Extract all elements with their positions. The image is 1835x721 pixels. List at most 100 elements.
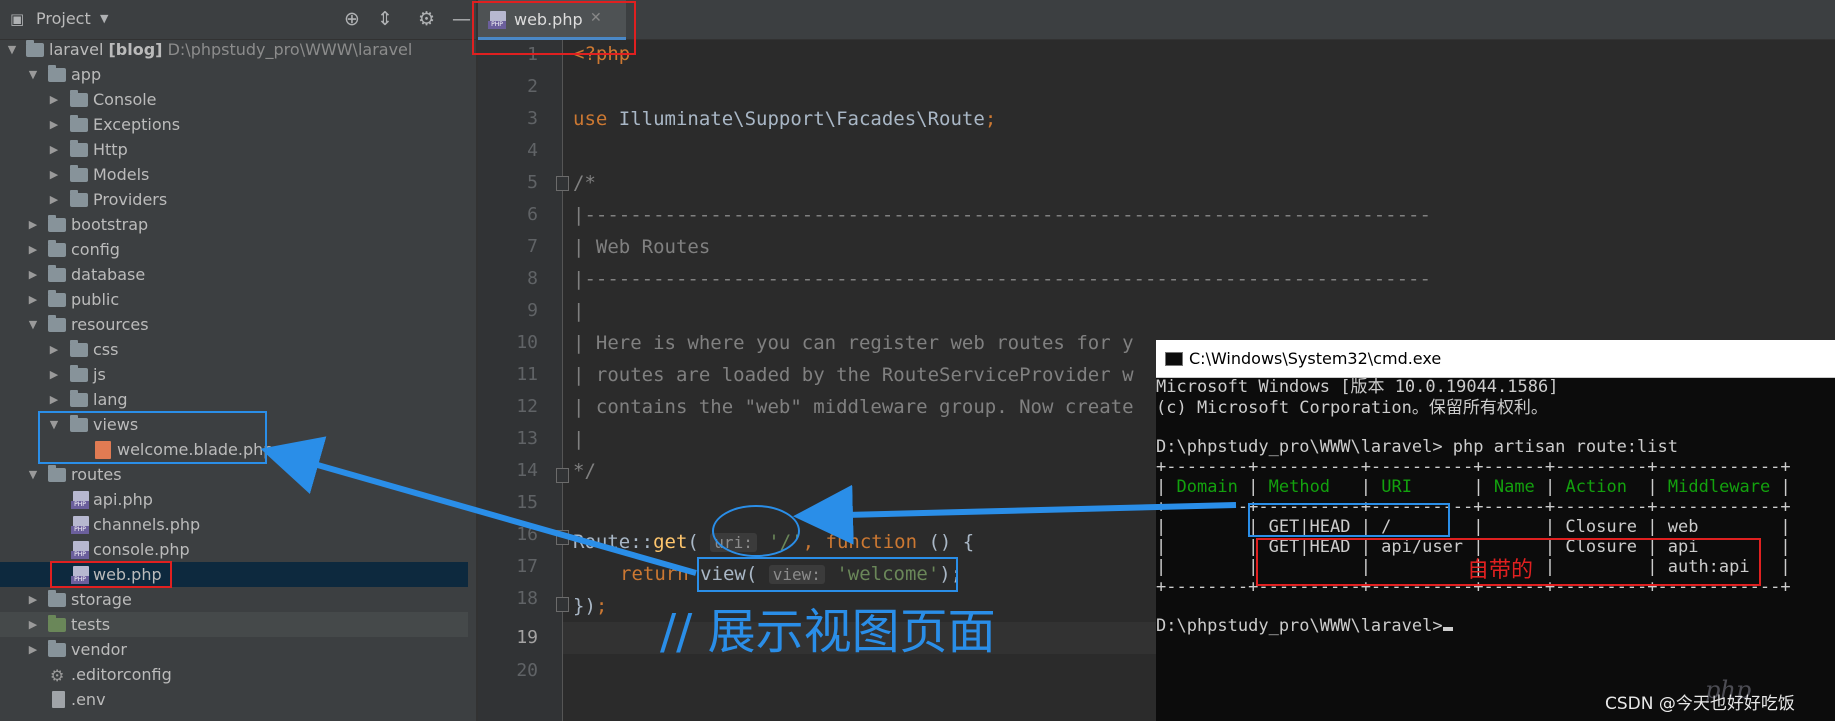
highlight-box-root-route: [1248, 503, 1450, 537]
project-view-dropdown[interactable]: Project: [36, 9, 91, 28]
code-line-18[interactable]: });: [573, 590, 607, 622]
code-line-7[interactable]: | Web Routes: [573, 231, 710, 263]
code-line-16[interactable]: Route::get( uri: '/', function () {: [573, 526, 974, 558]
tree-item-public[interactable]: ▶ public: [0, 287, 476, 312]
code-line-12[interactable]: | contains the "web" middleware group. N…: [573, 391, 1134, 423]
code-line-9[interactable]: |: [573, 295, 584, 327]
tree-item-tests[interactable]: ▶ tests: [0, 612, 476, 637]
cmd-title-bar[interactable]: C:\Windows\System32\cmd.exe: [1156, 340, 1835, 378]
tree-item-js[interactable]: ▶ js: [0, 362, 476, 387]
tree-item-label: console.php: [93, 540, 190, 559]
tree-item-http[interactable]: ▶ Http: [0, 137, 476, 162]
fold-marker-icon[interactable]: [556, 530, 569, 545]
code-line-8[interactable]: |---------------------------------------…: [573, 263, 1431, 295]
expand-arrow-icon[interactable]: ▼: [5, 37, 19, 62]
chevron-down-icon[interactable]: ▼: [100, 12, 108, 25]
collapse-arrow-icon[interactable]: ▶: [26, 612, 40, 637]
tree-item-exceptions[interactable]: ▶ Exceptions: [0, 112, 476, 137]
collapse-arrow-icon[interactable]: ▶: [26, 287, 40, 312]
tree-item-editorconfig[interactable]: ⚙ .editorconfig: [0, 662, 476, 687]
semicolon: ;: [595, 595, 608, 617]
project-panel: ▣ Project ▼ ⊕ ⇕ ⚙ — ▼ laravel [blog] D:\…: [0, 0, 476, 721]
hide-panel-icon[interactable]: —: [452, 8, 471, 30]
collapse-arrow-icon[interactable]: ▶: [47, 337, 61, 362]
folder-icon: [48, 465, 66, 482]
collapse-arrow-icon[interactable]: ▶: [47, 387, 61, 412]
tree-item-providers[interactable]: ▶ Providers: [0, 187, 476, 212]
tree-item-app[interactable]: ▼ app: [0, 62, 476, 87]
collapse-arrow-icon[interactable]: ▶: [47, 137, 61, 162]
highlight-box-view-call: [697, 557, 958, 592]
tree-item-env[interactable]: .env: [0, 687, 476, 712]
tree-item-routes[interactable]: ▼ routes: [0, 462, 476, 487]
watermark: CSDN @今天也好好吃饭: [1605, 694, 1795, 714]
line-number: 12: [516, 396, 538, 417]
project-scrollbar[interactable]: [468, 40, 476, 721]
folder-icon: [70, 365, 88, 382]
project-view-icon[interactable]: ▣: [10, 10, 24, 28]
fold-marker-icon[interactable]: [556, 468, 569, 483]
tree-item-config[interactable]: ▶ config: [0, 237, 476, 262]
collapse-arrow-icon[interactable]: ▶: [26, 212, 40, 237]
expand-arrow-icon[interactable]: ▼: [26, 462, 40, 487]
code-line-6[interactable]: |---------------------------------------…: [573, 199, 1431, 231]
collapse-arrow-icon[interactable]: ▶: [26, 262, 40, 287]
tree-item-label: vendor: [71, 640, 127, 659]
tree-item-console-php[interactable]: console.php: [0, 537, 476, 562]
collapse-all-icon[interactable]: ⇕: [377, 8, 393, 30]
tree-item-api-php[interactable]: api.php: [0, 487, 476, 512]
tree-item-database[interactable]: ▶ database: [0, 262, 476, 287]
code-line-5[interactable]: /*: [573, 167, 596, 199]
tree-item-label: api.php: [93, 490, 153, 509]
collapse-arrow-icon[interactable]: ▶: [26, 637, 40, 662]
cmd-prompt-text: D:\phpstudy_pro\WWW\laravel>: [1156, 616, 1443, 636]
php-file-icon: [71, 516, 89, 534]
collapse-arrow-icon[interactable]: ▶: [47, 87, 61, 112]
line-number: 3: [527, 108, 538, 129]
tree-item-lang[interactable]: ▶ lang: [0, 387, 476, 412]
code-line-14[interactable]: */: [573, 455, 596, 487]
tree-item-channels-php[interactable]: channels.php: [0, 512, 476, 537]
project-panel-header: ▣ Project ▼ ⊕ ⇕ ⚙ —: [0, 0, 476, 40]
tree-item-storage[interactable]: ▶ storage: [0, 587, 476, 612]
editor-tab-bar: web.php ✕: [478, 0, 1835, 40]
code-line-10[interactable]: | Here is where you can register web rou…: [573, 327, 1134, 359]
fold-marker-icon[interactable]: [556, 597, 569, 612]
config-file-icon: ⚙: [50, 666, 65, 685]
tree-item-label: .editorconfig: [71, 665, 172, 684]
code-line-11[interactable]: | routes are loaded by the RouteServiceP…: [573, 359, 1134, 391]
collapse-arrow-icon[interactable]: ▶: [47, 162, 61, 187]
cmd-prompt[interactable]: D:\phpstudy_pro\WWW\laravel>: [1156, 616, 1453, 637]
gear-icon[interactable]: ⚙: [418, 8, 435, 30]
expand-arrow-icon[interactable]: ▼: [26, 62, 40, 87]
collapse-arrow-icon[interactable]: ▶: [47, 187, 61, 212]
line-number: 16: [516, 524, 538, 545]
tree-item-css[interactable]: ▶ css: [0, 337, 476, 362]
tree-item-label: public: [71, 290, 120, 309]
keyword-use: use: [573, 108, 608, 130]
collapse-arrow-icon[interactable]: ▶: [47, 362, 61, 387]
paren: (: [687, 531, 711, 553]
tree-item-bootstrap[interactable]: ▶ bootstrap: [0, 212, 476, 237]
tree-item-laravel-root[interactable]: ▼ laravel [blog] D:\phpstudy_pro\WWW\lar…: [0, 37, 476, 62]
collapse-arrow-icon[interactable]: ▶: [26, 237, 40, 262]
collapse-arrow-icon[interactable]: ▶: [26, 587, 40, 612]
tree-item-label: config: [71, 240, 120, 259]
tree-item-vendor[interactable]: ▶ vendor: [0, 637, 476, 662]
tree-item-resources[interactable]: ▼ resources: [0, 312, 476, 337]
tree-item-console[interactable]: ▶ Console: [0, 87, 476, 112]
locate-icon[interactable]: ⊕: [344, 8, 360, 30]
tree-item-label: resources: [71, 315, 149, 334]
line-number: 9: [527, 300, 538, 321]
test-folder-icon: [48, 615, 66, 632]
expand-arrow-icon[interactable]: ▼: [26, 312, 40, 337]
php-file-icon: [71, 491, 89, 509]
folder-icon: [48, 215, 66, 232]
tree-item-models[interactable]: ▶ Models: [0, 162, 476, 187]
fold-marker-icon[interactable]: [556, 176, 569, 191]
line-number: 19: [516, 627, 538, 648]
code-line-3[interactable]: use Illuminate\Support\Facades\Route;: [573, 103, 996, 135]
tree-item-label: Console: [93, 90, 157, 109]
code-line-13[interactable]: |: [573, 423, 584, 455]
collapse-arrow-icon[interactable]: ▶: [47, 112, 61, 137]
